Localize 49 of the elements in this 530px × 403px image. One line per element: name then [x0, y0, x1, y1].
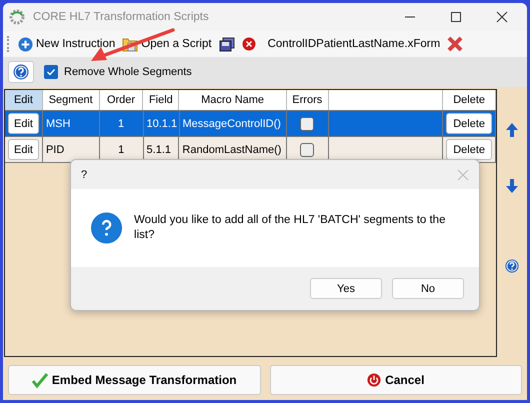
table-cell: MessageControlID()	[182, 118, 281, 130]
no-button[interactable]: No	[392, 278, 464, 299]
column-header: Macro Name	[179, 90, 287, 110]
delete-icon[interactable]	[445, 36, 466, 52]
help-icon[interactable]	[505, 259, 519, 273]
delete-button[interactable]: Delete	[446, 139, 492, 160]
up-arrow-icon[interactable]	[505, 122, 519, 138]
table-row[interactable]: Edit MSH 1 10.1.1 MessageControlID() Delete	[5, 111, 496, 137]
close-icon	[242, 37, 256, 51]
table-cell: 5.1.1	[146, 144, 172, 156]
embed-button[interactable]: Embed Message Transformation	[8, 365, 260, 395]
column-header: Edit	[5, 90, 43, 110]
window-title: CORE HL7 Transformation Scripts	[33, 11, 209, 23]
cancel-button[interactable]: Cancel	[270, 365, 522, 395]
table-cell: 1	[118, 144, 124, 156]
question-icon	[91, 212, 122, 244]
checkbox[interactable]	[44, 65, 58, 79]
delete-button[interactable]: Delete	[446, 113, 492, 134]
column-header: Delete	[443, 90, 496, 110]
down-arrow-icon[interactable]	[505, 178, 519, 194]
help-icon	[13, 64, 29, 80]
column-header: Segment	[42, 90, 100, 110]
table-cell: PID	[46, 144, 64, 156]
table-cell: RandomLastName()	[182, 144, 282, 156]
column-header: Order	[100, 90, 144, 110]
checkmark-icon	[46, 67, 56, 77]
yes-button[interactable]: Yes	[310, 278, 382, 299]
save-icon[interactable]	[216, 36, 237, 52]
dialog-message: Would you like to add all of the HL7 'BATCH' segments to the list?	[134, 213, 446, 243]
checkbox[interactable]	[300, 142, 314, 156]
maximize-icon[interactable]	[450, 11, 462, 23]
table-cell: 10.1.1	[146, 118, 178, 130]
table-cell: 1	[118, 118, 124, 130]
dialog-title: ?	[81, 168, 88, 180]
close-icon[interactable]	[496, 11, 508, 23]
edit-button[interactable]: Edit	[8, 139, 39, 160]
close-script-button[interactable]: ControlIDPatientLastName.xForm	[240, 37, 442, 51]
edit-button[interactable]: Edit	[8, 113, 39, 134]
column-header: Errors	[286, 90, 329, 110]
checkbox[interactable]	[300, 116, 314, 130]
checkmark-icon	[32, 372, 48, 388]
checkbox-label: Remove Whole Segments	[64, 66, 192, 78]
power-icon	[367, 373, 382, 387]
new-instruction-button[interactable]: New Instruction	[16, 36, 118, 52]
table-cell: MSH	[46, 118, 70, 130]
column-header: Field	[143, 90, 180, 110]
help-button[interactable]	[8, 61, 34, 83]
gear-icon	[9, 9, 25, 25]
plus-icon	[18, 36, 33, 52]
